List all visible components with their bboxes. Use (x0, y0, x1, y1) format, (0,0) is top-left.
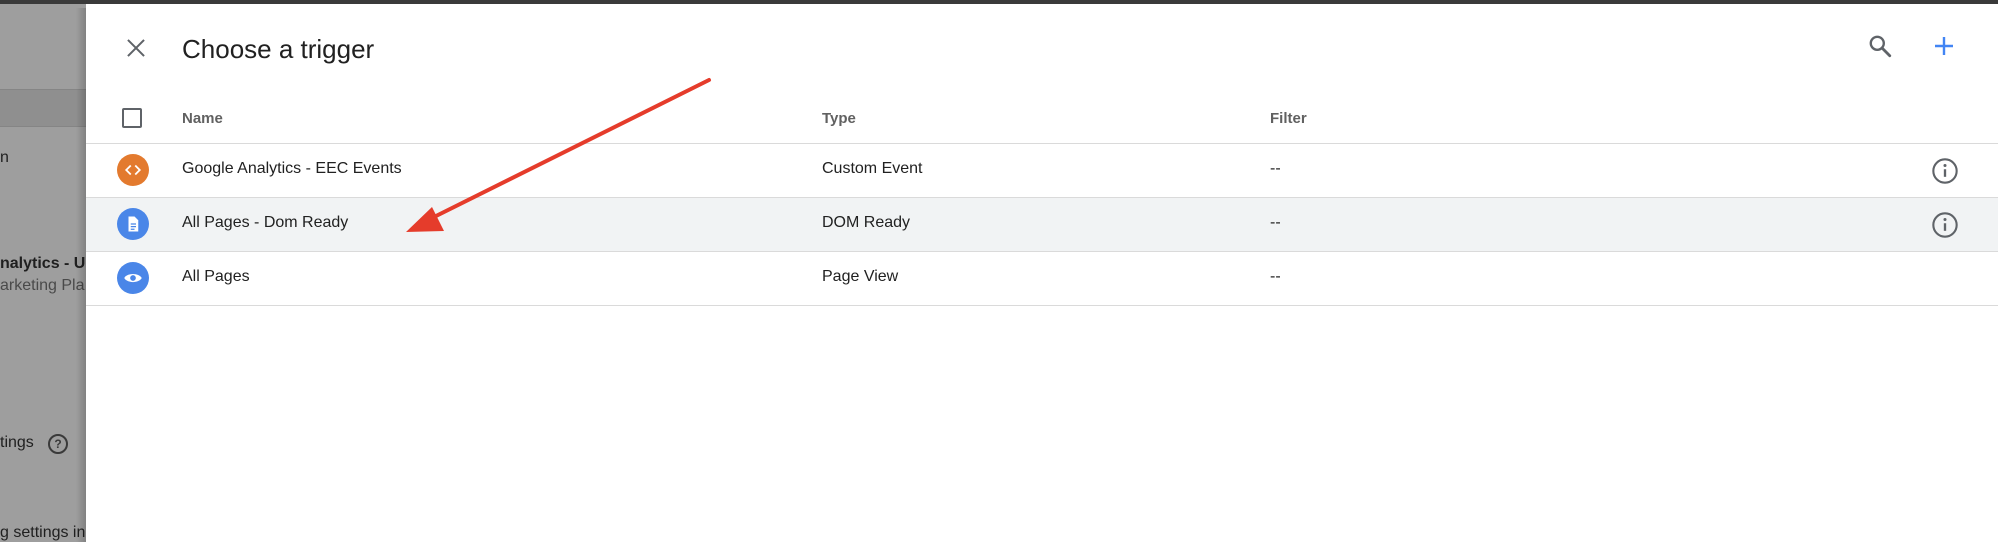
trigger-filter: -- (1270, 214, 1281, 231)
background-text: tings (0, 434, 34, 451)
background-text: nalytics - U (0, 255, 86, 272)
column-header-filter[interactable]: Filter (1270, 110, 1307, 127)
close-icon (127, 39, 145, 57)
add-trigger-button[interactable] (1924, 26, 1964, 66)
trigger-type: Page View (822, 268, 899, 285)
dialog-title: Choose a trigger (182, 34, 375, 64)
background-text: g settings in (0, 524, 86, 541)
trigger-type-avatar (117, 262, 149, 294)
trigger-filter: -- (1270, 268, 1281, 285)
code-icon (124, 164, 142, 176)
info-button[interactable] (1930, 210, 1960, 240)
search-button[interactable] (1860, 26, 1900, 66)
info-button[interactable] (1930, 156, 1960, 186)
column-header-name[interactable]: Name (182, 110, 223, 127)
close-button[interactable] (116, 28, 156, 68)
column-header-type[interactable]: Type (822, 110, 856, 127)
plus-icon (1935, 37, 1953, 55)
background-band (0, 89, 86, 127)
eye-icon (124, 273, 142, 283)
panel-shadow (76, 8, 86, 542)
table-header: Name Type Filter (86, 95, 1998, 144)
trigger-name: All Pages (182, 268, 250, 285)
select-all-checkbox[interactable] (122, 108, 142, 128)
choose-trigger-panel: Choose a trigger Name Type Filter Google… (86, 4, 1998, 542)
background-text: arketing Pla (0, 277, 85, 294)
background-text: n (0, 149, 9, 166)
document-icon (128, 216, 139, 232)
table-row[interactable]: All Pages Page View -- (86, 252, 1998, 306)
table-row[interactable]: Google Analytics - EEC Events Custom Eve… (86, 144, 1998, 198)
info-icon (1932, 158, 1958, 184)
trigger-name: Google Analytics - EEC Events (182, 160, 402, 177)
info-icon (1932, 212, 1958, 238)
trigger-type-avatar (117, 154, 149, 186)
trigger-type-avatar (117, 208, 149, 240)
trigger-name: All Pages - Dom Ready (182, 214, 349, 231)
trigger-type: Custom Event (822, 160, 923, 177)
help-icon: ? (48, 434, 68, 454)
trigger-filter: -- (1270, 160, 1281, 177)
table-row[interactable]: All Pages - Dom Ready DOM Ready -- (86, 198, 1998, 252)
background-page: n nalytics - U arketing Pla tings ? g se… (0, 4, 86, 542)
trigger-type: DOM Ready (822, 214, 911, 231)
search-icon (1869, 35, 1892, 58)
